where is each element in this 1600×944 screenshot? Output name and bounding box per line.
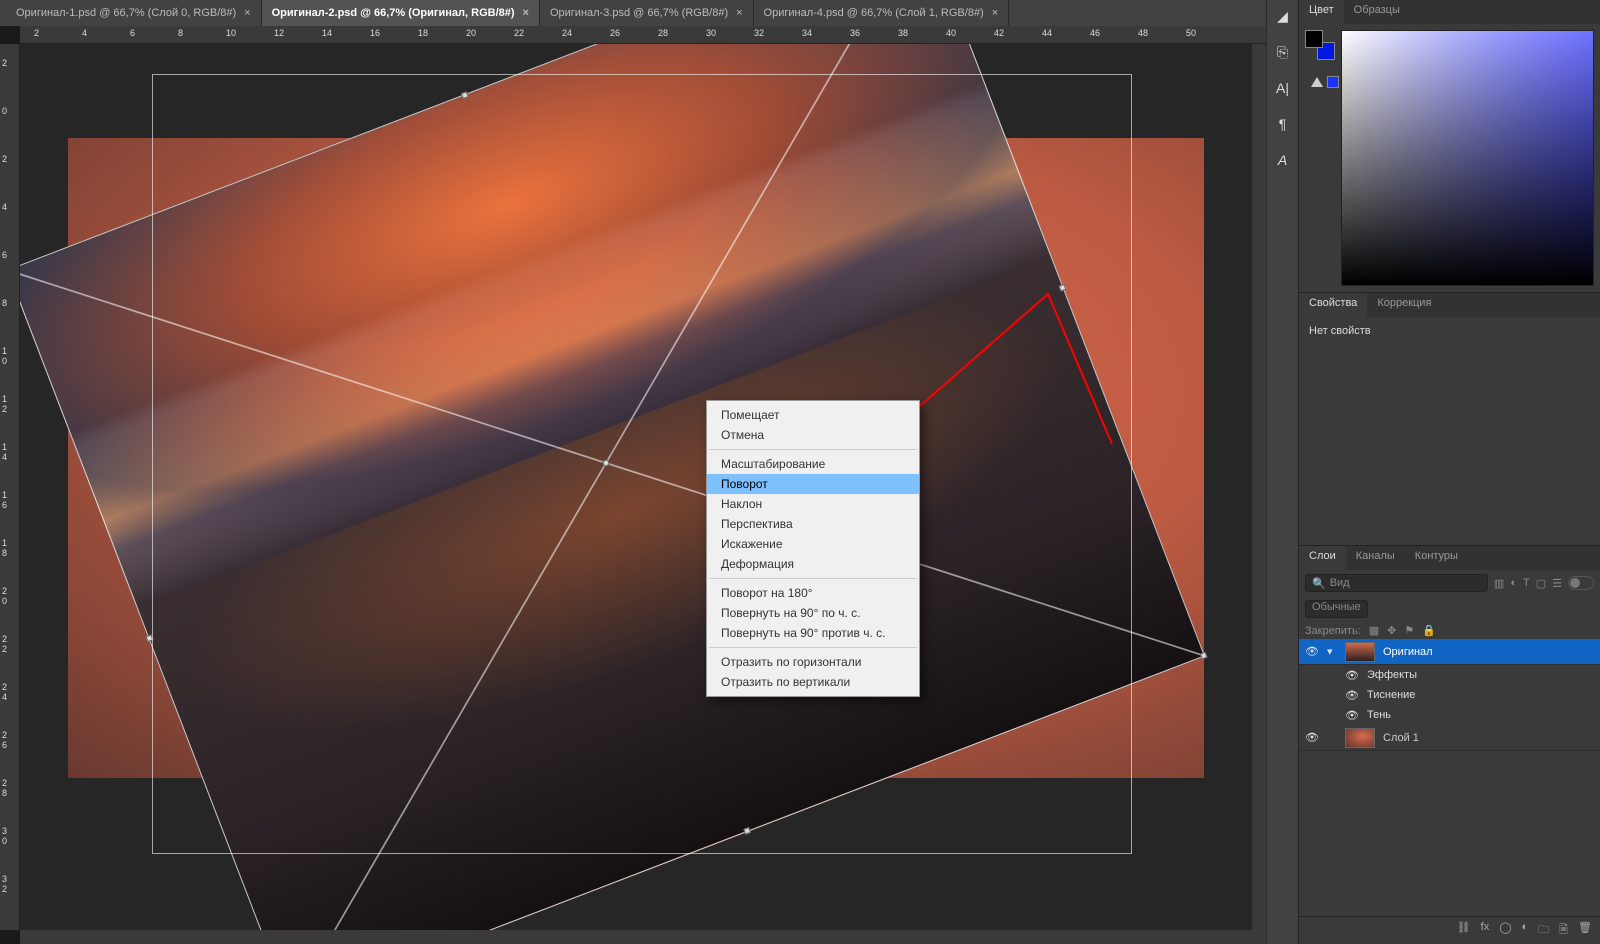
layer-row[interactable]: 👁 Слой 1 — [1299, 725, 1600, 751]
ruler-vertical[interactable]: 2024681 01 21 41 61 82 02 22 42 62 83 03… — [0, 44, 20, 930]
menu-skew[interactable]: Наклон — [707, 494, 919, 514]
ruler-icon[interactable]: ◢ — [1273, 6, 1293, 26]
properties-panel-tabs: Свойства Коррекция — [1299, 293, 1600, 317]
tab-2[interactable]: Оригинал-3.psd @ 66,7% (RGB/8#)× — [540, 0, 754, 26]
glyphs-icon[interactable]: ⎘ — [1273, 42, 1293, 62]
visibility-icon[interactable]: 👁 — [1305, 731, 1319, 744]
ruler-horizontal[interactable]: 2468101214161820222426283032343638404244… — [20, 26, 1266, 44]
menu-flip-h[interactable]: Отразить по горизонтали — [707, 652, 919, 672]
lock-position-icon[interactable]: ✥ — [1387, 624, 1396, 637]
layer-row[interactable]: 👁 ▾ Оригинал — [1299, 639, 1600, 665]
filter-image-icon[interactable]: ▥ — [1494, 577, 1504, 590]
styles-icon[interactable]: A — [1273, 150, 1293, 170]
blend-mode-select[interactable]: Обычные — [1305, 600, 1368, 618]
layer-name: Оригинал — [1383, 646, 1433, 658]
layer-filter-select[interactable]: 🔍 Вид — [1305, 574, 1488, 592]
mask-icon[interactable]: ◯ — [1499, 921, 1511, 940]
menu-perspective[interactable]: Перспектива — [707, 514, 919, 534]
properties-body: Нет свойств — [1299, 317, 1600, 345]
tab-color[interactable]: Цвет — [1299, 0, 1344, 24]
group-icon[interactable]: 🗀 — [1538, 921, 1549, 940]
close-icon[interactable]: × — [523, 7, 529, 19]
color-panel-tabs: Цвет Образцы — [1299, 0, 1600, 24]
layer-effects-header[interactable]: 👁Эффекты — [1299, 665, 1600, 685]
websafe-swatch[interactable] — [1327, 76, 1339, 88]
lock-label: Закрепить: — [1305, 625, 1361, 637]
color-panel — [1299, 24, 1600, 292]
tab-swatches[interactable]: Образцы — [1344, 0, 1410, 24]
layer-effect-shadow[interactable]: 👁Тень — [1299, 705, 1600, 725]
panel-icon-strip: ◢ ⎘ A| ¶ A — [1266, 0, 1298, 944]
menu-rotate[interactable]: Поворот — [707, 474, 919, 494]
layers-panel-tabs: Слои Каналы Контуры — [1299, 546, 1600, 570]
search-icon: 🔍 — [1312, 577, 1326, 590]
filter-type-icon[interactable]: T — [1523, 577, 1530, 589]
layer-name: Слой 1 — [1383, 732, 1419, 744]
tab-adjustments[interactable]: Коррекция — [1367, 293, 1441, 317]
new-layer-icon[interactable]: 🗎 — [1559, 921, 1568, 940]
visibility-icon[interactable]: 👁 — [1305, 645, 1319, 658]
fx-icon[interactable]: fx — [1481, 921, 1490, 940]
tab-1[interactable]: Оригинал-2.psd @ 66,7% (Оригинал, RGB/8#… — [262, 0, 540, 26]
close-icon[interactable]: × — [992, 7, 998, 19]
color-ramp[interactable] — [1341, 30, 1594, 286]
layer-effect-bevel[interactable]: 👁Тиснение — [1299, 685, 1600, 705]
expand-icon[interactable]: ▾ — [1327, 645, 1337, 658]
layer-thumb — [1345, 728, 1375, 748]
tab-paths[interactable]: Контуры — [1405, 546, 1468, 570]
context-menu: Помещает Отмена Масштабирование Поворот … — [706, 400, 920, 697]
menu-scale[interactable]: Масштабирование — [707, 454, 919, 474]
layers-footer: ⛓ fx ◯ ◐ 🗀 🗎 🗑 — [1299, 916, 1600, 944]
scrollbar-vertical[interactable] — [1252, 44, 1266, 930]
adjustment-icon[interactable]: ◐ — [1522, 921, 1529, 940]
gamut-warning-icon[interactable] — [1311, 77, 1323, 87]
lock-nested-icon[interactable]: ⚑ — [1404, 624, 1414, 637]
filter-toggle[interactable] — [1568, 576, 1594, 590]
menu-rotate-90ccw[interactable]: Повернуть на 90° против ч. с. — [707, 623, 919, 643]
tab-channels[interactable]: Каналы — [1346, 546, 1405, 570]
character-icon[interactable]: A| — [1273, 78, 1293, 98]
tab-3[interactable]: Оригинал-4.psd @ 66,7% (Слой 1, RGB/8#)× — [754, 0, 1010, 26]
link-layers-icon[interactable]: ⛓ — [1457, 921, 1471, 940]
lock-pixels-icon[interactable]: ▩ — [1369, 624, 1379, 637]
menu-warp[interactable]: Деформация — [707, 554, 919, 574]
menu-rotate-90cw[interactable]: Повернуть на 90° по ч. с. — [707, 603, 919, 623]
tab-layers[interactable]: Слои — [1299, 546, 1346, 570]
tab-0[interactable]: Оригинал-1.psd @ 66,7% (Слой 0, RGB/8#)× — [6, 0, 262, 26]
menu-distort[interactable]: Искажение — [707, 534, 919, 554]
tab-properties[interactable]: Свойства — [1299, 293, 1367, 317]
menu-cancel[interactable]: Отмена — [707, 425, 919, 445]
filter-smart-icon[interactable]: ☰ — [1552, 577, 1562, 590]
menu-rotate-180[interactable]: Поворот на 180° — [707, 583, 919, 603]
paragraph-icon[interactable]: ¶ — [1273, 114, 1293, 134]
close-icon[interactable]: × — [244, 7, 250, 19]
trash-icon[interactable]: 🗑 — [1578, 921, 1592, 940]
fg-bg-swatch[interactable] — [1305, 30, 1335, 60]
scrollbar-horizontal[interactable] — [20, 930, 1266, 944]
close-icon[interactable]: × — [736, 7, 742, 19]
layer-thumb — [1345, 642, 1375, 662]
canvas-viewport[interactable]: Помещает Отмена Масштабирование Поворот … — [20, 44, 1266, 930]
lock-all-icon[interactable]: 🔒 — [1422, 624, 1436, 637]
menu-place[interactable]: Помещает — [707, 405, 919, 425]
menu-flip-v[interactable]: Отразить по вертикали — [707, 672, 919, 692]
filter-shape-icon[interactable]: ▢ — [1536, 577, 1546, 590]
layer-list: 👁 ▾ Оригинал 👁Эффекты 👁Тиснение 👁Тень 👁 … — [1299, 639, 1600, 916]
filter-adjust-icon[interactable]: ◐ — [1510, 577, 1517, 589]
